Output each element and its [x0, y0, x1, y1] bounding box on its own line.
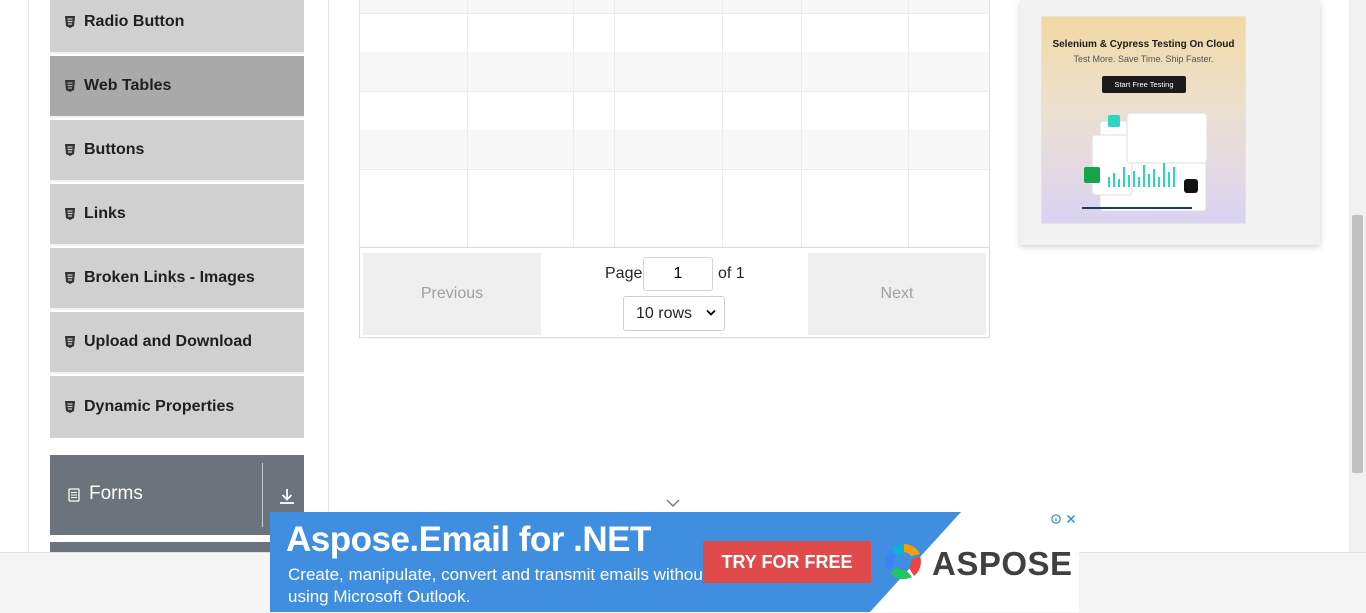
close-icon[interactable] — [1064, 513, 1078, 525]
group-header-label: Forms — [89, 483, 143, 504]
column-divider — [801, 0, 802, 247]
aspose-brand-text: ASPOSE — [932, 545, 1073, 582]
scrollbar-thumb[interactable] — [1352, 215, 1363, 473]
html5-icon — [65, 272, 75, 284]
table-row — [360, 169, 989, 209]
divider — [262, 463, 263, 527]
adchoices-icon[interactable] — [1049, 513, 1063, 525]
sidebar-item-links[interactable]: Links — [50, 184, 304, 246]
sidebar-item-web-tables[interactable]: Web Tables — [50, 56, 304, 118]
sidebar-item-radio-button[interactable]: Radio Button — [50, 0, 304, 54]
column-divider — [722, 0, 723, 247]
next-button[interactable]: Next — [808, 253, 986, 335]
sidebar-item-label: Buttons — [84, 141, 145, 158]
left-border — [28, 0, 29, 552]
page-label: Page — [605, 265, 643, 282]
sidebar-item-label: Dynamic Properties — [84, 398, 235, 415]
rows-per-page-select[interactable]: 10 rows — [623, 296, 725, 331]
page-total-label: of 1 — [718, 265, 745, 282]
bottom-ad-banner[interactable]: Aspose.Email for .NET Create, manipulate… — [270, 512, 1079, 612]
column-divider — [614, 0, 615, 247]
try-for-free-button[interactable]: TRY FOR FREE — [703, 541, 871, 583]
table-row — [360, 130, 989, 170]
side-ad-card[interactable]: Selenium & Cypress Testing On Cloud Test… — [1020, 0, 1320, 245]
rows-per-page-value: 10 rows — [636, 304, 693, 322]
html5-icon — [65, 80, 75, 92]
sidebar-item-broken-links[interactable]: Broken Links - Images — [50, 248, 304, 310]
chevron-down-icon — [706, 309, 716, 316]
group-header-forms[interactable]: Forms — [50, 455, 304, 535]
bottom-ad-title: Aspose.Email for .NET — [286, 520, 651, 559]
pagination-bar: Previous Page of 1 10 rows Next — [360, 247, 989, 338]
table-row — [360, 52, 989, 92]
table-row — [360, 91, 989, 131]
html5-icon — [65, 401, 75, 413]
download-icon[interactable] — [278, 487, 296, 505]
sidebar-item-upload-download[interactable]: Upload and Download — [50, 312, 304, 374]
html5-icon — [65, 208, 75, 220]
aspose-logo-icon — [885, 544, 921, 580]
column-divider — [467, 0, 468, 247]
table-row — [360, 13, 989, 53]
table-row — [360, 0, 989, 14]
html5-icon — [65, 16, 75, 28]
sidebar-item-buttons[interactable]: Buttons — [50, 120, 304, 182]
sidebar-item-dynamic-properties[interactable]: Dynamic Properties — [50, 376, 304, 438]
page-number-input[interactable] — [643, 257, 713, 291]
sidebar-border — [328, 0, 329, 552]
column-divider — [573, 0, 574, 247]
html5-icon — [65, 144, 75, 156]
side-ad-banner[interactable]: Selenium & Cypress Testing On Cloud Test… — [1042, 17, 1245, 223]
sidebar-item-label: Broken Links - Images — [84, 269, 255, 286]
document-icon — [68, 488, 80, 502]
table-row — [360, 208, 989, 248]
previous-button[interactable]: Previous — [363, 253, 541, 335]
chevron-down-icon[interactable] — [666, 498, 680, 508]
sidebar-item-label: Links — [84, 205, 126, 222]
web-table: Previous Page of 1 10 rows Next — [359, 0, 990, 338]
scrollbar[interactable] — [1349, 0, 1366, 552]
column-divider — [908, 0, 909, 247]
dashboard-illustration-icon — [1082, 112, 1208, 212]
sidebar-item-label: Upload and Download — [84, 333, 252, 350]
sidebar-item-label: Radio Button — [84, 13, 185, 30]
html5-icon — [65, 336, 75, 348]
bottom-ad-description: Create, manipulate, convert and transmit… — [288, 565, 708, 606]
sidebar-item-label: Web Tables — [84, 77, 172, 94]
